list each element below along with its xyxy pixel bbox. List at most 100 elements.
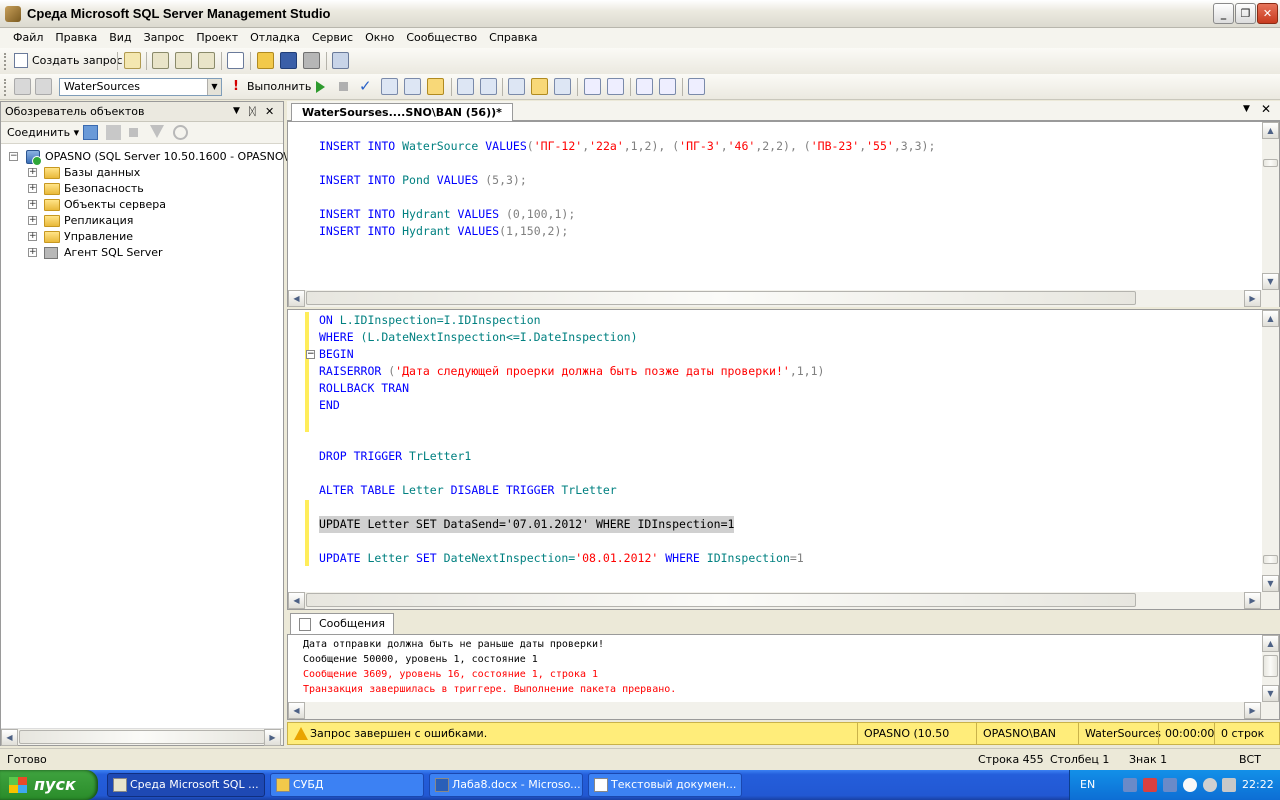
panel-close-icon[interactable]: ✕: [265, 102, 274, 121]
results-to-text-icon[interactable]: [508, 78, 525, 95]
expand-icon[interactable]: +: [28, 248, 37, 257]
results-file-icon[interactable]: [554, 78, 571, 95]
editor-pane-top[interactable]: INSERT INTO WaterSource VALUES('ПГ-12','…: [287, 121, 1280, 307]
close-button[interactable]: ✕: [1257, 3, 1278, 24]
expand-icon[interactable]: +: [28, 232, 37, 241]
pin-icon[interactable]: ᛞ: [249, 102, 256, 121]
editor-top-vscrollbar[interactable]: ▲ ▼: [1262, 122, 1279, 290]
editor-bottom-hscrollbar[interactable]: ◀ ▶: [288, 592, 1279, 609]
scroll-left-icon[interactable]: ◀: [288, 702, 305, 719]
menu-file[interactable]: Файл: [0, 28, 49, 48]
actual-plan-icon[interactable]: [457, 78, 474, 95]
editor-pane-bottom[interactable]: − ON L.IDInspection=I.IDInspection WHERE…: [287, 309, 1280, 610]
scroll-right-icon[interactable]: ▶: [1244, 702, 1261, 719]
menu-query[interactable]: Запрос: [138, 28, 191, 48]
scroll-up-icon[interactable]: ▲: [1262, 122, 1279, 139]
scroll-down-icon[interactable]: ▼: [1262, 685, 1279, 702]
toolbar-grip[interactable]: [4, 53, 7, 70]
activity-monitor-icon[interactable]: [332, 52, 349, 69]
collapse-icon[interactable]: −: [9, 152, 18, 161]
filter-icon[interactable]: [150, 125, 164, 138]
results-to-file-icon[interactable]: [427, 78, 444, 95]
connect-dropdown-button[interactable]: Соединить ▾: [7, 126, 79, 139]
network-disconnected-icon[interactable]: [1143, 778, 1157, 792]
client-statistics-icon[interactable]: [480, 78, 497, 95]
expand-icon[interactable]: +: [28, 168, 37, 177]
scroll-left-icon[interactable]: ◀: [288, 290, 305, 307]
debug-start-icon[interactable]: [316, 81, 325, 93]
sql-service-icon[interactable]: [1203, 778, 1217, 792]
increase-indent-icon[interactable]: [659, 78, 676, 95]
scroll-up-icon[interactable]: ▲: [1262, 310, 1279, 327]
messages-vscrollbar[interactable]: ▲ ▼: [1262, 635, 1279, 702]
change-connection-icon[interactable]: [35, 78, 52, 95]
mdx-query-icon[interactable]: [198, 52, 215, 69]
parse-checkmark-icon[interactable]: ✓: [359, 77, 372, 95]
editor-top-hscrollbar[interactable]: ◀ ▶: [288, 290, 1279, 307]
network-icon[interactable]: [1123, 778, 1137, 792]
expand-icon[interactable]: +: [28, 184, 37, 193]
taskbar-item-ssms[interactable]: Среда Microsoft SQL ...: [107, 773, 265, 797]
minimize-button[interactable]: _: [1213, 3, 1234, 24]
chevron-down-icon[interactable]: ▼: [207, 79, 221, 95]
menu-tools[interactable]: Сервис: [306, 28, 359, 48]
connect-icon[interactable]: [14, 78, 31, 95]
taskbar-item-word[interactable]: Лаба8.docx - Microso...: [429, 773, 583, 797]
menu-community[interactable]: Сообщество: [400, 28, 483, 48]
editor-bottom-vscrollbar[interactable]: ▲ ▼: [1262, 310, 1279, 592]
scroll-down-icon[interactable]: ▼: [1262, 575, 1279, 592]
scroll-left-icon[interactable]: ◀: [288, 592, 305, 609]
new-file-icon[interactable]: [227, 52, 244, 69]
scroll-up-icon[interactable]: ▲: [1262, 635, 1279, 652]
scroll-right-icon[interactable]: ▶: [1244, 290, 1261, 307]
object-explorer-hscrollbar[interactable]: ◀ ▶: [1, 728, 283, 746]
network-icon[interactable]: [1163, 778, 1177, 792]
panel-menu-chevron-icon[interactable]: ▼: [233, 102, 240, 121]
scroll-thumb[interactable]: [1263, 159, 1278, 167]
database-engine-query-icon[interactable]: [152, 52, 169, 69]
new-query-button[interactable]: Создать запрос: [14, 52, 123, 70]
menu-window[interactable]: Окно: [359, 28, 400, 48]
open-folder-icon[interactable]: [257, 52, 274, 69]
scroll-left-icon[interactable]: ◀: [1, 729, 18, 746]
results-to-grid-icon[interactable]: [531, 78, 548, 95]
query-designer-icon[interactable]: [404, 78, 421, 95]
menu-project[interactable]: Проект: [190, 28, 244, 48]
decrease-indent-icon[interactable]: [636, 78, 653, 95]
menu-edit[interactable]: Правка: [49, 28, 103, 48]
uncomment-icon[interactable]: [607, 78, 624, 95]
expand-icon[interactable]: +: [28, 200, 37, 209]
scroll-thumb[interactable]: [1263, 655, 1278, 677]
estimated-plan-icon[interactable]: [381, 78, 398, 95]
language-indicator[interactable]: EN: [1080, 778, 1095, 791]
document-close-icon[interactable]: ✕: [1261, 102, 1271, 116]
start-button[interactable]: пуск: [0, 770, 98, 800]
expand-icon[interactable]: +: [28, 216, 37, 225]
scroll-right-icon[interactable]: ▶: [1244, 592, 1261, 609]
menu-debug[interactable]: Отладка: [244, 28, 306, 48]
messages-hscrollbar[interactable]: ◀ ▶: [288, 702, 1279, 719]
scroll-down-icon[interactable]: ▼: [1262, 273, 1279, 290]
open-file-icon[interactable]: [124, 52, 141, 69]
messages-pane[interactable]: Дата отправки должна быть не раньше даты…: [287, 634, 1280, 720]
specify-template-values-icon[interactable]: [688, 78, 705, 95]
maximize-button[interactable]: ❐: [1235, 3, 1256, 24]
save-icon[interactable]: [280, 52, 297, 69]
tab-query-document[interactable]: WaterSourses....SNO\BAN (56))*: [291, 103, 513, 122]
menu-help[interactable]: Справка: [483, 28, 543, 48]
cancel-query-icon[interactable]: [339, 82, 348, 91]
scroll-thumb[interactable]: [306, 593, 1136, 607]
connect-server-icon[interactable]: [83, 125, 98, 140]
disconnect-icon[interactable]: [106, 125, 121, 140]
scroll-thumb[interactable]: [306, 291, 1136, 305]
analysis-query-icon[interactable]: [175, 52, 192, 69]
execute-button[interactable]: ! Выполнить: [233, 78, 311, 96]
tab-messages[interactable]: Сообщения: [290, 613, 395, 634]
taskbar-item-text-document[interactable]: Текстовый докумен...: [588, 773, 742, 797]
power-icon[interactable]: [1183, 778, 1197, 792]
scroll-thumb[interactable]: [1263, 555, 1278, 564]
collapse-region-icon[interactable]: −: [306, 350, 315, 359]
refresh-icon[interactable]: [173, 125, 188, 140]
menu-view[interactable]: Вид: [103, 28, 137, 48]
scroll-right-icon[interactable]: ▶: [264, 729, 281, 746]
